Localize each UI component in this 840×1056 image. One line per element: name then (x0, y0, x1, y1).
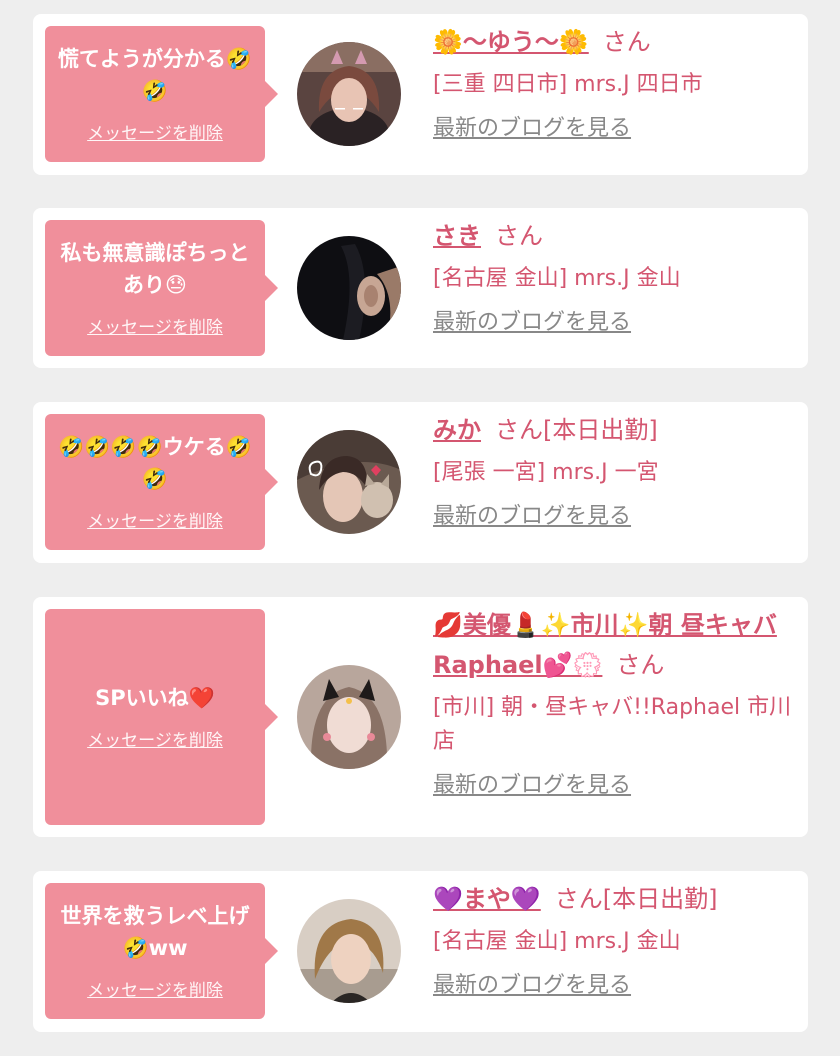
message-text: 世界を救うレベ上げ🤣ww (60, 904, 250, 960)
delete-message-link[interactable]: メッセージを削除 (87, 511, 223, 533)
name-suffix: さん (495, 222, 543, 250)
shop-label: [名古屋 金山] mrs.J 金山 (433, 266, 681, 291)
message-bubble: 私も無意識ぽちっとあり😓 メッセージを削除 (45, 220, 278, 356)
message-card: 私も無意識ぽちっとあり😓 メッセージを削除 さき さん [名古屋 金山] mrs.… (33, 208, 808, 368)
delete-message-link[interactable]: メッセージを削除 (87, 980, 223, 1002)
message-list: 慌てようが分かる🤣🤣 メッセージを削除 🌼〜ゆう〜🌼 さん [三重 四日市] mr… (0, 0, 840, 1056)
message-text: 🤣🤣🤣🤣ウケる🤣🤣 (58, 435, 252, 491)
name-suffix: さん (616, 651, 665, 679)
shop-label: [名古屋 金山] mrs.J 金山 (433, 929, 681, 954)
message-text: 私も無意識ぽちっとあり😓 (60, 241, 250, 297)
member-info: 💜まや💜 さん[本日出勤] [名古屋 金山] mrs.J 金山 最新のブログを見る (433, 879, 793, 1003)
delete-message-link[interactable]: メッセージを削除 (87, 730, 223, 752)
avatar[interactable] (297, 236, 401, 340)
avatar[interactable] (297, 430, 401, 534)
message-text: SPいいね❤️ (95, 686, 215, 710)
avatar[interactable] (297, 665, 401, 769)
latest-blog-link[interactable]: 最新のブログを見る (433, 112, 631, 146)
latest-blog-link[interactable]: 最新のブログを見る (433, 306, 631, 340)
name-suffix: さん[本日出勤] (495, 416, 658, 444)
member-info: 🌼〜ゆう〜🌼 さん [三重 四日市] mrs.J 四日市 最新のブログを見る (433, 22, 793, 146)
message-card: SPいいね❤️ メッセージを削除 💋美優💄✨市川✨朝 昼キャバ Raphael💕… (33, 597, 808, 837)
message-text: 慌てようが分かる🤣🤣 (57, 47, 253, 103)
message-bubble: 🤣🤣🤣🤣ウケる🤣🤣 メッセージを削除 (45, 414, 278, 550)
delete-message-link[interactable]: メッセージを削除 (87, 317, 223, 339)
member-name-link[interactable]: 🌼〜ゆう〜🌼 (433, 28, 589, 56)
name-suffix: さん (602, 28, 651, 56)
latest-blog-link[interactable]: 最新のブログを見る (433, 769, 631, 803)
member-name-link[interactable]: 💜まや💜 (433, 885, 541, 913)
member-info: みか さん[本日出勤] [尾張 一宮] mrs.J 一宮 最新のブログを見る (433, 410, 793, 534)
avatar[interactable] (297, 899, 401, 1003)
member-info: 💋美優💄✨市川✨朝 昼キャバ Raphael💕💮 さん [市川] 朝・昼キャバ!!… (433, 605, 793, 803)
latest-blog-link[interactable]: 最新のブログを見る (433, 500, 631, 534)
name-suffix: さん[本日出勤] (554, 885, 718, 913)
member-name-link[interactable]: みか (433, 416, 481, 444)
message-card: 世界を救うレベ上げ🤣ww メッセージを削除 💜まや💜 さん[本日出勤] [名古屋 … (33, 871, 808, 1032)
shop-label: [尾張 一宮] mrs.J 一宮 (433, 460, 659, 485)
shop-label: [市川] 朝・昼キャバ!!Raphael 市川店 (433, 695, 792, 754)
message-bubble: SPいいね❤️ メッセージを削除 (45, 609, 278, 825)
message-bubble: 世界を救うレベ上げ🤣ww メッセージを削除 (45, 883, 278, 1019)
member-info: さき さん [名古屋 金山] mrs.J 金山 最新のブログを見る (433, 216, 793, 340)
latest-blog-link[interactable]: 最新のブログを見る (433, 969, 631, 1003)
member-name-link[interactable]: 💋美優💄✨市川✨朝 昼キャバ Raphael💕💮 (433, 611, 777, 679)
message-card: 🤣🤣🤣🤣ウケる🤣🤣 メッセージを削除 みか さん[本日出勤] [尾張 一宮] mr… (33, 402, 808, 563)
message-bubble: 慌てようが分かる🤣🤣 メッセージを削除 (45, 26, 278, 162)
member-name-link[interactable]: さき (433, 222, 481, 250)
avatar[interactable] (297, 42, 401, 146)
delete-message-link[interactable]: メッセージを削除 (87, 123, 223, 145)
shop-label: [三重 四日市] mrs.J 四日市 (433, 72, 703, 97)
message-card: 慌てようが分かる🤣🤣 メッセージを削除 🌼〜ゆう〜🌼 さん [三重 四日市] mr… (33, 14, 808, 175)
